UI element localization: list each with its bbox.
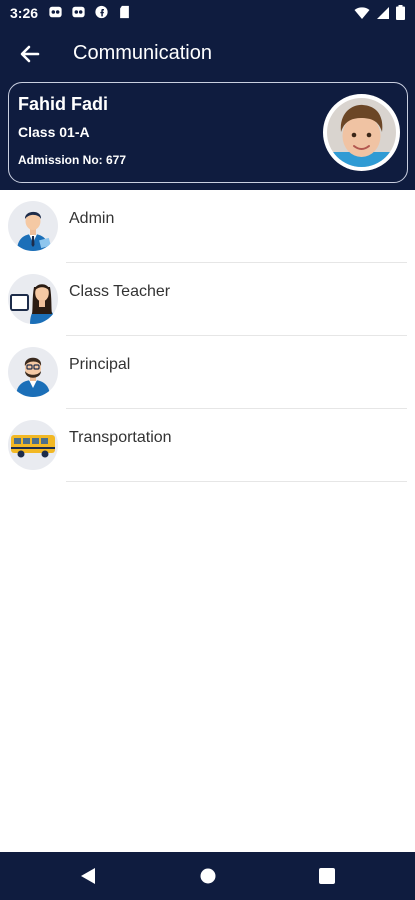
contact-item-transportation[interactable]: Transportation bbox=[0, 409, 415, 482]
battery-icon bbox=[396, 5, 405, 20]
contact-label: Admin bbox=[69, 210, 115, 227]
header-background: 3:26 Communication Fahid Fadi Class 01-A… bbox=[0, 0, 415, 190]
principal-avatar-icon bbox=[8, 347, 58, 397]
contact-item-principal[interactable]: Principal bbox=[0, 336, 415, 409]
contact-label: Class Teacher bbox=[69, 283, 171, 300]
nav-home-button[interactable] bbox=[196, 864, 220, 888]
nav-back-button[interactable] bbox=[76, 864, 100, 888]
admission-number: Admission No: 677 bbox=[18, 153, 127, 167]
app-notification-icon bbox=[72, 6, 85, 18]
status-time: 3:26 bbox=[10, 5, 39, 21]
page-title: Communication bbox=[73, 42, 212, 64]
class-teacher-avatar-icon bbox=[8, 274, 58, 324]
student-class: Class 01-A bbox=[18, 124, 90, 140]
student-avatar[interactable] bbox=[323, 94, 400, 171]
divider bbox=[66, 481, 407, 482]
home-circle-icon bbox=[200, 868, 216, 884]
wifi-icon bbox=[354, 6, 370, 19]
contact-list: Admin Class Teacher Principal Transporta… bbox=[0, 190, 415, 482]
app-bar: Communication bbox=[0, 26, 415, 82]
contact-label: Principal bbox=[69, 356, 131, 373]
school-bus-icon bbox=[8, 420, 58, 470]
nav-recents-button[interactable] bbox=[315, 864, 339, 888]
recents-square-icon bbox=[319, 868, 335, 884]
contact-label: Transportation bbox=[69, 429, 172, 446]
system-nav-bar bbox=[0, 852, 415, 900]
student-photo bbox=[327, 98, 396, 167]
student-name: Fahid Fadi bbox=[18, 94, 108, 114]
status-bar: 3:26 bbox=[0, 0, 415, 26]
student-card: Fahid Fadi Class 01-A Admission No: 677 bbox=[8, 82, 408, 183]
app-notification-icon bbox=[49, 6, 62, 18]
back-arrow-icon bbox=[20, 45, 40, 63]
admin-avatar-icon bbox=[8, 201, 58, 251]
back-button[interactable] bbox=[14, 38, 46, 70]
back-triangle-icon bbox=[81, 868, 95, 884]
contact-item-class-teacher[interactable]: Class Teacher bbox=[0, 263, 415, 336]
facebook-notification-icon bbox=[95, 5, 108, 19]
sd-card-icon bbox=[120, 5, 129, 19]
signal-icon bbox=[377, 6, 389, 19]
contact-item-admin[interactable]: Admin bbox=[0, 190, 415, 263]
